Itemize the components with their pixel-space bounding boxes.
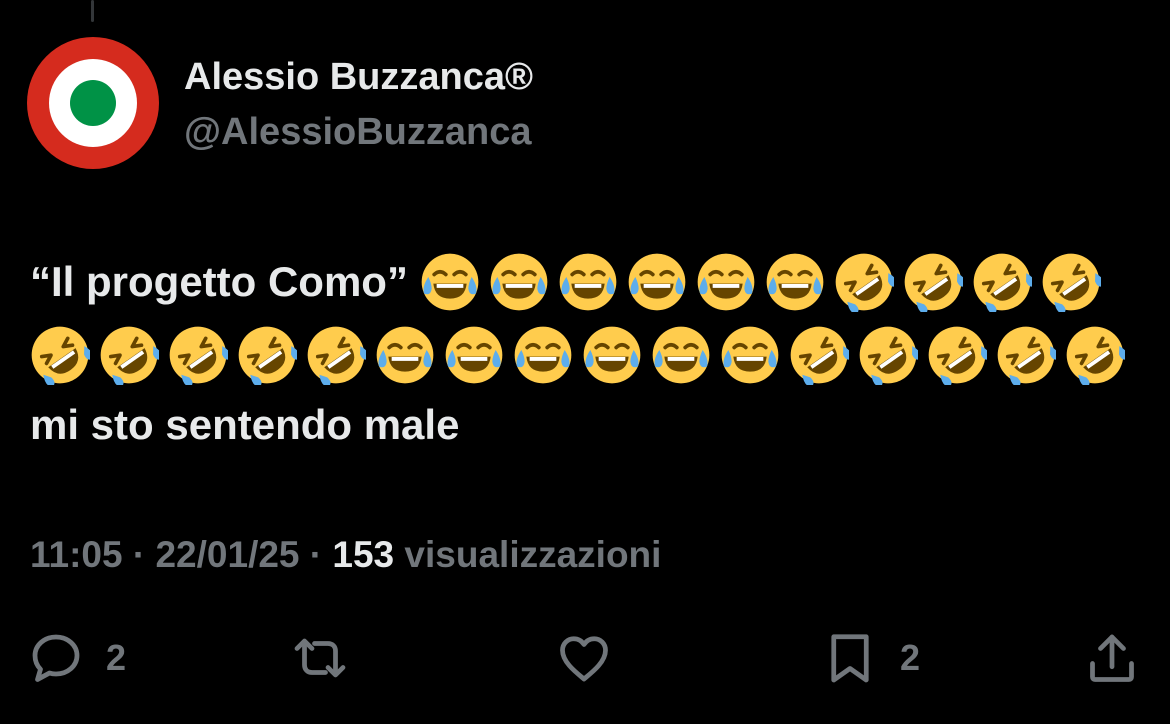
face-with-tears-of-joy-icon <box>513 325 573 385</box>
bookmark-icon <box>831 634 869 683</box>
rolling-on-the-floor-laughing-icon <box>996 325 1056 385</box>
rolling-on-the-floor-laughing-icon <box>834 252 894 312</box>
user-handle[interactable]: @AlessioBuzzanca <box>184 107 532 157</box>
tweet-text-segment: mi sto sentendo male <box>30 400 460 448</box>
tweet-text-segment: “Il progetto Como” <box>30 257 420 305</box>
face-with-tears-of-joy-icon <box>627 252 687 312</box>
reply-icon <box>32 634 80 682</box>
bookmark-button[interactable]: 2 <box>820 628 920 688</box>
face-with-tears-of-joy-icon <box>420 252 480 312</box>
share-icon <box>1090 634 1134 682</box>
meta-separator: · <box>122 534 156 575</box>
rolling-on-the-floor-laughing-icon <box>903 252 963 312</box>
rolling-on-the-floor-laughing-icon <box>1065 325 1125 385</box>
face-with-tears-of-joy-icon <box>765 252 825 312</box>
tweet-text: “Il progetto Como” mi sto sentendo male <box>30 244 1140 460</box>
face-with-tears-of-joy-icon <box>489 252 549 312</box>
reply-count: 2 <box>106 637 127 678</box>
views-label: visualizzazioni <box>394 534 662 575</box>
rolling-on-the-floor-laughing-icon <box>99 325 159 385</box>
avatar[interactable] <box>27 37 159 169</box>
rolling-on-the-floor-laughing-icon <box>858 325 918 385</box>
share-button[interactable] <box>1082 628 1162 688</box>
rolling-on-the-floor-laughing-icon <box>168 325 228 385</box>
face-with-tears-of-joy-icon <box>375 325 435 385</box>
thread-connector-line <box>91 0 94 22</box>
like-button[interactable] <box>554 628 634 688</box>
meta-separator: · <box>299 534 333 575</box>
rolling-on-the-floor-laughing-icon <box>1041 252 1101 312</box>
rolling-on-the-floor-laughing-icon <box>306 325 366 385</box>
rolling-on-the-floor-laughing-icon <box>927 325 987 385</box>
italian-roundel-icon <box>27 37 159 169</box>
face-with-tears-of-joy-icon <box>651 325 711 385</box>
rolling-on-the-floor-laughing-icon <box>972 252 1032 312</box>
rolling-on-the-floor-laughing-icon <box>30 325 90 385</box>
tweet-metadata: 11:05 · 22/01/25 · 153 visualizzazioni <box>30 530 661 580</box>
rolling-on-the-floor-laughing-icon <box>789 325 849 385</box>
face-with-tears-of-joy-icon <box>444 325 504 385</box>
bookmark-count: 2 <box>900 637 921 678</box>
tweet-date[interactable]: 22/01/25 <box>155 534 299 575</box>
face-with-tears-of-joy-icon <box>720 325 780 385</box>
tweet-time[interactable]: 11:05 <box>30 534 123 575</box>
reply-button[interactable]: 2 <box>26 628 126 688</box>
face-with-tears-of-joy-icon <box>558 252 618 312</box>
rolling-on-the-floor-laughing-icon <box>237 325 297 385</box>
retweet-icon <box>294 638 346 678</box>
heart-icon <box>560 636 608 682</box>
display-name[interactable]: Alessio Buzzanca® <box>184 52 533 102</box>
retweet-button[interactable] <box>290 628 370 688</box>
views-count: 153 <box>332 534 395 575</box>
face-with-tears-of-joy-icon <box>582 325 642 385</box>
face-with-tears-of-joy-icon <box>696 252 756 312</box>
